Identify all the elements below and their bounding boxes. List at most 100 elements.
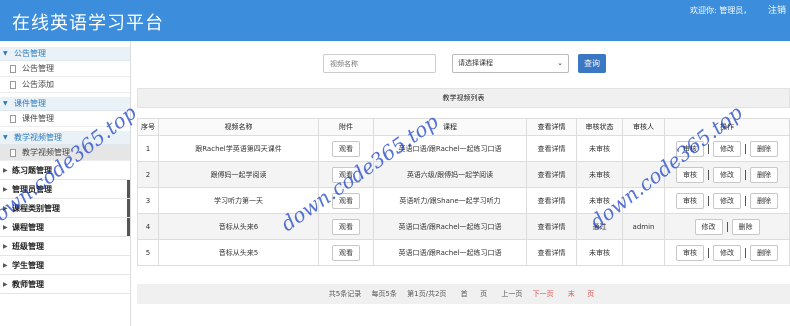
query-button[interactable]: 查询: [578, 54, 606, 73]
total-records: 共5条记录: [328, 290, 362, 298]
cell-course: 英语口语/跟Rachel一起练习口语: [373, 213, 527, 240]
sidebar-item-class[interactable]: ▶ 班级管理: [0, 237, 130, 256]
first-label-2: 页: [480, 290, 488, 298]
last-label-2: 页: [587, 290, 595, 298]
chevron-down-icon: ⌄: [557, 59, 563, 67]
cell-course: 英语口语/跟Rachel一起练习口语: [373, 239, 527, 266]
item-label: 教师管理: [12, 280, 44, 289]
view-detail-link[interactable]: 查看详情: [526, 187, 577, 214]
view-detail-link[interactable]: 查看详情: [526, 135, 577, 162]
view-detail-link[interactable]: 查看详情: [526, 239, 577, 266]
table-row: 2 跟傅妈一起学阅读 观看 英语六级/跟傅妈一起学阅读 查看详情 未审核 审核修…: [137, 161, 790, 188]
document-icon: [10, 81, 16, 89]
cell-no: 3: [137, 187, 159, 214]
select-value: 请选择课程: [458, 59, 493, 67]
sidebar-item-student[interactable]: ▶ 学生管理: [0, 256, 130, 275]
cell-course: 英语六级/跟傅妈一起学阅读: [373, 161, 527, 188]
col-header: 查看详情: [526, 118, 577, 136]
item-label: 课件管理: [22, 114, 54, 123]
sidebar-section-courseware[interactable]: ▼ 课件管理: [0, 97, 130, 111]
page-info: 第1页/共2页: [407, 290, 447, 298]
item-label: 课程管理: [12, 223, 44, 232]
watch-button[interactable]: 观看: [332, 218, 360, 235]
cell-attach: 观看: [318, 239, 374, 266]
document-icon: [10, 115, 16, 123]
divider: [708, 247, 709, 258]
edit-button[interactable]: 修改: [713, 166, 741, 183]
caret-down-icon: ▼: [3, 134, 8, 141]
caret-right-icon: ▶: [3, 281, 8, 288]
divider: [708, 169, 709, 180]
cell-actions: 审核 修改 删除: [664, 187, 790, 214]
view-detail-link[interactable]: 查看详情: [526, 161, 577, 188]
cell-no: 4: [137, 213, 159, 240]
sidebar-item-notice-add[interactable]: 公告添加: [0, 77, 130, 93]
delete-button[interactable]: 删除: [750, 166, 778, 183]
watch-button[interactable]: 观看: [332, 244, 360, 261]
item-label: 公告添加: [22, 80, 54, 89]
col-header: 视频名称: [158, 118, 319, 136]
edit-button[interactable]: 修改: [713, 192, 741, 209]
col-header: 审核人: [622, 118, 665, 136]
sidebar-section-notice[interactable]: ▼ 公告管理: [0, 47, 130, 61]
cell-reviewer: [622, 239, 665, 266]
sidebar-item-notice-manage[interactable]: 公告管理: [0, 61, 130, 77]
app-logo-title: 在线英语学习平台: [12, 13, 164, 34]
last-page-link[interactable]: 末 页: [564, 290, 598, 298]
col-header: 序号: [137, 118, 159, 136]
cell-attach: 观看: [318, 213, 374, 240]
edit-button[interactable]: 修改: [713, 140, 741, 157]
caret-right-icon: ▶: [3, 167, 8, 174]
edit-button[interactable]: 修改: [713, 244, 741, 261]
caret-down-icon: ▼: [3, 50, 8, 57]
cell-video-name: 跟Rachel学英语第四天课件: [158, 135, 319, 162]
cell-course: 英语听力/跟Shane一起学习听力: [373, 187, 527, 214]
audit-button[interactable]: 审核: [676, 244, 704, 261]
divider: [745, 195, 746, 206]
cell-status: 未审核: [576, 239, 623, 266]
cell-status: 未审核: [576, 161, 623, 188]
cell-no: 2: [137, 161, 159, 188]
watch-button[interactable]: 观看: [332, 140, 360, 157]
video-name-search-input[interactable]: [323, 54, 436, 73]
col-header: 附件: [318, 118, 374, 136]
welcome-text: 欢迎你: 管理员，: [690, 6, 752, 15]
document-icon: [10, 65, 16, 73]
pagination-bar: 共5条记录 每页5条 第1页/共2页 首 页 上一页 下一页 末 页: [137, 284, 790, 304]
item-label: 班级管理: [12, 242, 44, 251]
section-label: 教学视频管理: [14, 133, 62, 142]
table-row: 4 音标从头来6 观看 英语口语/跟Rachel一起练习口语 查看详情 通过 a…: [137, 213, 790, 240]
caret-right-icon: ▶: [3, 262, 8, 269]
table-title: 教学视频列表: [137, 88, 790, 108]
delete-button[interactable]: 删除: [750, 192, 778, 209]
main-content: 请选择课程 ⌄ 查询 教学视频列表 序号 视频名称 附件 课程 查看详情 审核状…: [137, 41, 790, 326]
delete-button[interactable]: 删除: [731, 218, 760, 235]
caret-right-icon: ▶: [3, 243, 8, 250]
caret-down-icon: ▼: [3, 100, 8, 107]
cell-status: 未审核: [576, 135, 623, 162]
cell-actions: 修改 删除: [664, 213, 790, 240]
logout-link[interactable]: 注销: [768, 3, 786, 16]
section-label: 课件管理: [14, 99, 46, 108]
item-label: 公告管理: [22, 64, 54, 73]
cell-video-name: 跟傅妈一起学阅读: [158, 161, 319, 188]
edit-button[interactable]: 修改: [694, 218, 723, 235]
prev-page-link[interactable]: 上一页: [501, 290, 522, 298]
divider: [708, 195, 709, 206]
delete-button[interactable]: 删除: [750, 140, 778, 157]
sidebar-item-teacher[interactable]: ▶ 教师管理: [0, 275, 130, 294]
document-icon: [10, 149, 16, 157]
cell-reviewer: admin: [622, 213, 665, 240]
view-detail-link[interactable]: 查看详情: [526, 213, 577, 240]
table-row: 3 学习听力第一天 观看 英语听力/跟Shane一起学习听力 查看详情 未审核 …: [137, 187, 790, 214]
audit-button[interactable]: 审核: [676, 192, 704, 209]
first-page-link[interactable]: 首 页: [457, 290, 491, 298]
course-select[interactable]: 请选择课程 ⌄: [452, 54, 569, 73]
first-label: 首: [460, 290, 468, 298]
sidebar-item-course[interactable]: ▶ 课程管理: [0, 218, 130, 237]
delete-button[interactable]: 删除: [750, 244, 778, 261]
top-header: 在线英语学习平台 欢迎你: 管理员， 注销: [0, 0, 790, 41]
next-page-link[interactable]: 下一页: [533, 290, 554, 298]
divider: [745, 247, 746, 258]
cell-actions: 审核 修改 删除: [664, 239, 790, 266]
